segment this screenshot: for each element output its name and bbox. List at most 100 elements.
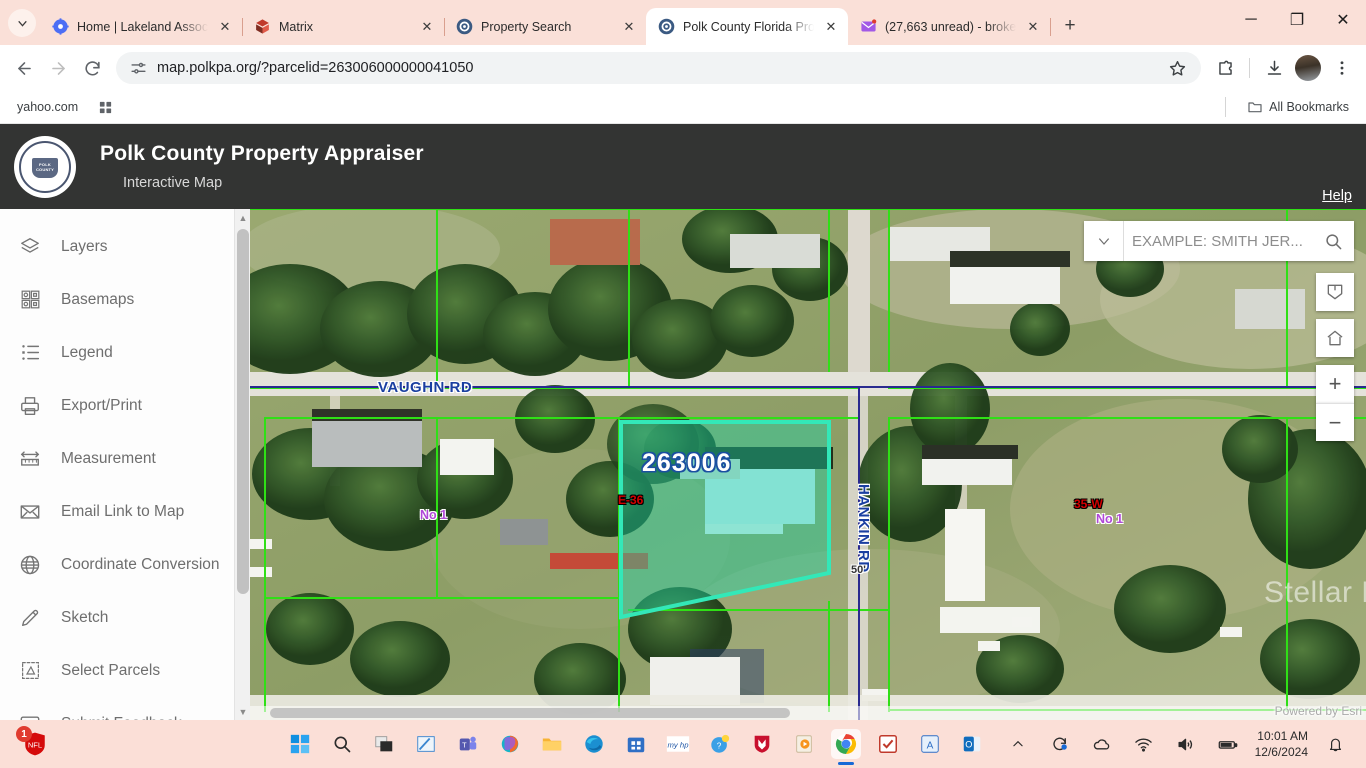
task-view-button[interactable] xyxy=(369,729,399,759)
reader-button[interactable] xyxy=(789,729,819,759)
extensions-icon xyxy=(1218,60,1232,75)
bookmark-star-button[interactable] xyxy=(1161,52,1193,84)
tab-close-button[interactable]: ✕ xyxy=(822,18,840,36)
back-arrow-icon xyxy=(17,61,31,75)
sidebar-scrollbar[interactable]: ▲ ▼ xyxy=(234,209,250,720)
search-input[interactable]: EXAMPLE: SMITH JER... xyxy=(1124,221,1312,261)
site-settings-icon xyxy=(131,62,146,74)
sidebar-item-legend[interactable]: Legend xyxy=(0,326,250,379)
system-tray: 10:01 AM 12/6/2024 xyxy=(1003,728,1366,760)
address-bar[interactable]: map.polkpa.org/?parcelid=263006000000041… xyxy=(116,52,1201,84)
wifi-icon xyxy=(1135,738,1152,752)
file-explorer-button[interactable] xyxy=(537,729,567,759)
scrollbar-thumb[interactable] xyxy=(237,229,249,594)
new-tab-button[interactable]: + xyxy=(1056,12,1084,40)
aerial-imagery xyxy=(250,209,1366,720)
apps-grid-icon xyxy=(100,101,112,113)
back-button[interactable] xyxy=(8,52,40,84)
close-window-button[interactable]: ✕ xyxy=(1320,0,1366,40)
map-scrollbar-thumb[interactable] xyxy=(270,708,790,718)
snip-icon xyxy=(417,736,435,752)
scroll-down-arrow[interactable]: ▼ xyxy=(235,703,250,720)
minimize-button[interactable]: ─ xyxy=(1228,0,1274,40)
browser-tab[interactable]: Matrix ✕ xyxy=(242,8,445,45)
tasks-app-button[interactable] xyxy=(873,729,903,759)
tasks-icon xyxy=(879,735,897,753)
acrobat-button[interactable]: A xyxy=(915,729,945,759)
windows-taskbar: NFL 1 T my hp ? A O 10:01 AM 12/6/2024 xyxy=(0,720,1366,768)
edge-button[interactable] xyxy=(579,729,609,759)
basemaps-grid-icon xyxy=(17,287,43,313)
forward-arrow-icon xyxy=(51,61,65,75)
sidebar-item-measurement[interactable]: Measurement xyxy=(0,432,250,485)
sidebar-item-coordinate-conversion[interactable]: Coordinate Conversion xyxy=(0,538,250,591)
sidebar-item-layers[interactable]: Layers xyxy=(0,220,250,273)
browser-tab[interactable]: Home | Lakeland Assoc ✕ xyxy=(40,8,243,45)
mcafee-button[interactable] xyxy=(747,729,777,759)
sidebar-item-sketch[interactable]: Sketch xyxy=(0,591,250,644)
dimension-label: 50' xyxy=(851,564,866,576)
sidebar-item-label: Basemaps xyxy=(61,290,135,308)
tab-title: Home | Lakeland Assoc xyxy=(77,19,208,34)
maximize-button[interactable]: ❐ xyxy=(1274,0,1320,40)
search-category-dropdown[interactable] xyxy=(1084,221,1124,261)
nfl-app-icon[interactable]: NFL 1 xyxy=(16,726,48,757)
profile-button[interactable] xyxy=(1292,52,1324,84)
battery-button[interactable] xyxy=(1213,729,1243,759)
microsoft-store-button[interactable] xyxy=(621,729,651,759)
browser-tab-active[interactable]: Polk County Florida Pro ✕ xyxy=(646,8,848,45)
windows-update-button[interactable] xyxy=(1045,729,1075,759)
subdivision-label: No 1 xyxy=(1096,512,1124,526)
teams-button[interactable]: T xyxy=(453,729,483,759)
search-submit-button[interactable] xyxy=(1312,221,1354,261)
bookmark-yahoo[interactable]: yahoo.com xyxy=(10,97,85,117)
app-subtitle: Interactive Map xyxy=(123,175,223,191)
hp-button[interactable]: my hp xyxy=(663,729,693,759)
snip-tool-button[interactable] xyxy=(411,729,441,759)
map-horizontal-scrollbar[interactable] xyxy=(250,706,1366,720)
star-icon xyxy=(1169,60,1185,76)
taskbar-clock[interactable]: 10:01 AM 12/6/2024 xyxy=(1255,728,1308,760)
support-assistant-button[interactable]: ? xyxy=(705,729,735,759)
outlook-button[interactable]: O xyxy=(957,729,987,759)
clock-date: 12/6/2024 xyxy=(1254,745,1308,759)
tray-expand-button[interactable] xyxy=(1003,729,1033,759)
map-canvas[interactable]: 263006 VAUGHN RD HANKIN RD No 1 No 1 No … xyxy=(250,209,1366,720)
extensions-button[interactable] xyxy=(1209,52,1241,84)
tab-search-button[interactable] xyxy=(8,9,36,37)
notifications-button[interactable] xyxy=(1320,729,1350,759)
forward-button[interactable] xyxy=(42,52,74,84)
browser-tab[interactable]: (27,663 unread) - broke ✕ xyxy=(848,8,1051,45)
wifi-button[interactable] xyxy=(1129,729,1159,759)
start-button[interactable] xyxy=(285,729,315,759)
sidebar-item-email-link-to-map[interactable]: Email Link to Map xyxy=(0,485,250,538)
chrome-menu-button[interactable] xyxy=(1326,52,1358,84)
home-icon xyxy=(1327,330,1343,346)
tab-close-button[interactable]: ✕ xyxy=(216,18,234,36)
browser-tab[interactable]: Property Search ✕ xyxy=(444,8,647,45)
search-icon xyxy=(334,736,351,753)
help-link[interactable]: Help xyxy=(1322,188,1352,204)
zoom-in-button[interactable]: + xyxy=(1316,365,1354,403)
chrome-button[interactable] xyxy=(831,729,861,759)
all-bookmarks-button[interactable]: All Bookmarks xyxy=(1240,96,1356,118)
sidebar-item-basemaps[interactable]: Basemaps xyxy=(0,273,250,326)
downloads-button[interactable] xyxy=(1258,52,1290,84)
tab-close-button[interactable]: ✕ xyxy=(418,18,436,36)
download-icon xyxy=(1267,60,1281,75)
select-extent-button[interactable] xyxy=(1316,273,1354,311)
sidebar-item-submit-feedback[interactable]: Submit Feedback xyxy=(0,697,250,720)
volume-button[interactable] xyxy=(1171,729,1201,759)
scroll-up-arrow[interactable]: ▲ xyxy=(235,209,250,226)
sidebar-item-select-parcels[interactable]: Select Parcels xyxy=(0,644,250,697)
tab-close-button[interactable]: ✕ xyxy=(1024,18,1042,36)
apps-shortcut[interactable] xyxy=(91,97,120,118)
reload-button[interactable] xyxy=(76,52,108,84)
taskbar-search-button[interactable] xyxy=(327,729,357,759)
copilot-button[interactable] xyxy=(495,729,525,759)
zoom-out-button[interactable]: − xyxy=(1316,403,1354,441)
tab-close-button[interactable]: ✕ xyxy=(620,18,638,36)
sidebar-item-export-print[interactable]: Export/Print xyxy=(0,379,250,432)
onedrive-button[interactable] xyxy=(1087,729,1117,759)
home-extent-button[interactable] xyxy=(1316,319,1354,357)
